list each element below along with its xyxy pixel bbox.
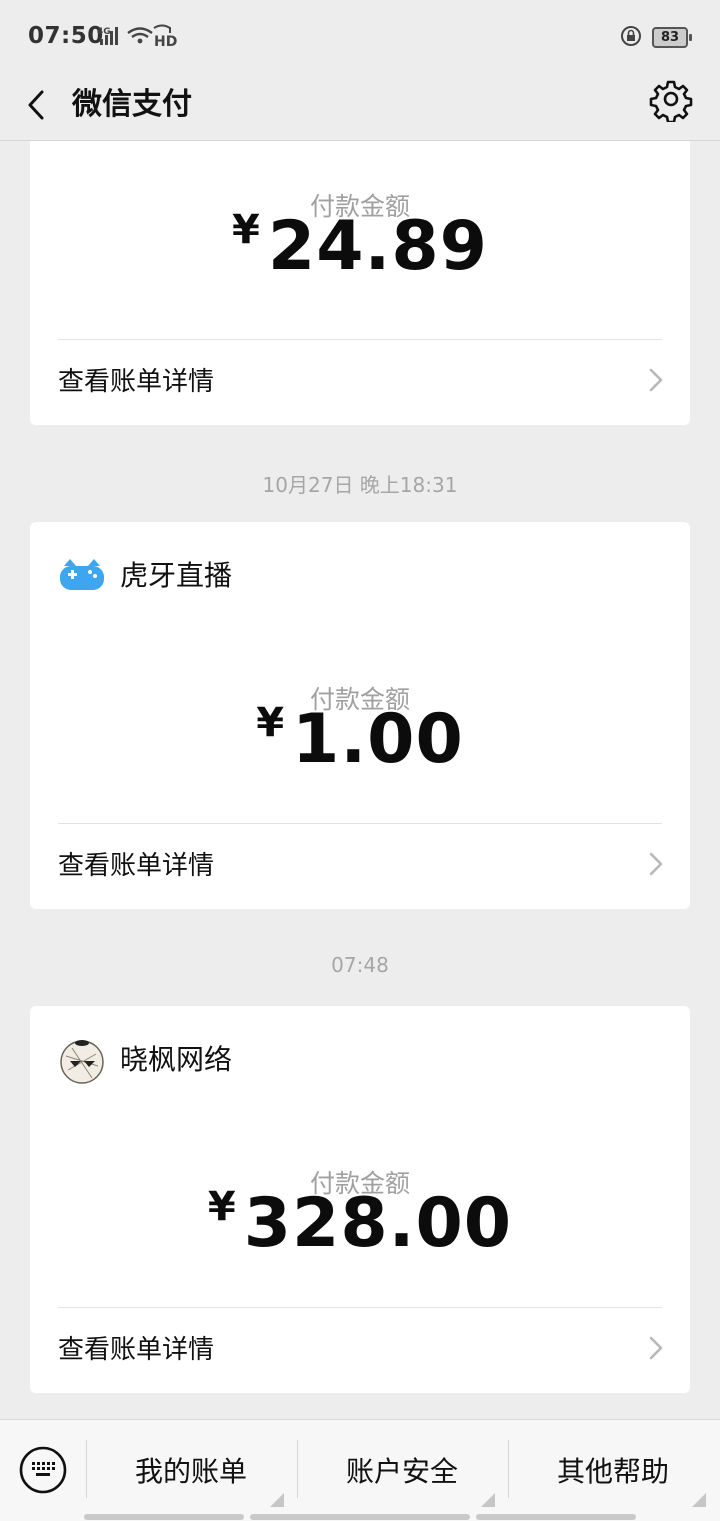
keyboard-icon[interactable]	[18, 1445, 68, 1495]
menu-other-help[interactable]: 其他帮助	[508, 1420, 718, 1521]
amount-value: 328.00	[243, 1184, 513, 1263]
currency-symbol: ¥	[232, 207, 260, 253]
menu-label: 账户安全	[345, 1455, 458, 1488]
view-bill-detail-label: 查看账单详情	[58, 1335, 215, 1365]
view-bill-detail-label: 查看账单详情	[58, 851, 215, 881]
home-indicator	[476, 1514, 636, 1520]
chevron-right-icon	[649, 368, 663, 392]
payment-card: 晓枫网络 付款金额 ¥328.00 查看账单详情	[30, 1006, 690, 1393]
payment-feed[interactable]: 付款金额 ¥24.89 查看账单详情 10月27日 晚上18:31 虎牙直播 付…	[0, 141, 720, 1419]
huya-logo-icon	[60, 559, 104, 590]
payment-card: 虎牙直播 付款金额 ¥1.00 查看账单详情	[30, 522, 690, 909]
battery-icon: 83	[652, 27, 692, 48]
view-bill-detail-button[interactable]: 查看账单详情	[30, 823, 690, 909]
nav-bar: 微信支付	[0, 70, 720, 141]
payment-amount: ¥328.00	[30, 1184, 690, 1263]
view-bill-detail-button[interactable]: 查看账单详情	[30, 339, 690, 425]
page-title: 微信支付	[72, 87, 192, 122]
payment-amount: ¥1.00	[30, 700, 690, 779]
submenu-indicator-icon	[692, 1493, 706, 1507]
view-bill-detail-label: 查看账单详情	[58, 367, 215, 397]
home-indicator	[250, 1514, 470, 1520]
amount-value: 1.00	[292, 700, 464, 779]
view-bill-detail-button[interactable]: 查看账单详情	[30, 1307, 690, 1393]
chevron-right-icon	[649, 852, 663, 876]
home-indicator	[84, 1514, 244, 1520]
signal-wifi-icons: 4G HD	[97, 24, 177, 50]
currency-symbol: ¥	[256, 700, 285, 746]
menu-account-security[interactable]: 账户安全	[297, 1420, 507, 1521]
merchant-name: 虎牙直播	[120, 559, 233, 592]
gear-icon[interactable]	[648, 76, 694, 122]
back-arrow-icon[interactable]	[22, 82, 52, 128]
status-bar: 07:50 4G HD 83	[0, 0, 720, 70]
menu-label: 我的账单	[134, 1455, 247, 1488]
hd-label: HD	[154, 34, 177, 50]
payment-amount: ¥24.89	[30, 207, 690, 286]
chevron-right-icon	[649, 1336, 663, 1360]
submenu-indicator-icon	[270, 1493, 284, 1507]
timestamp: 10月27日 晚上18:31	[262, 473, 458, 497]
amount-value: 24.89	[267, 207, 488, 286]
merchant-name: 晓枫网络	[120, 1043, 233, 1076]
timestamp: 07:48	[331, 953, 389, 977]
network-type-label: 4G	[97, 27, 111, 37]
submenu-indicator-icon	[481, 1493, 495, 1507]
rotation-lock-icon	[621, 26, 641, 46]
menu-label: 其他帮助	[556, 1455, 669, 1488]
menu-my-bills[interactable]: 我的账单	[86, 1420, 296, 1521]
payment-card: 付款金额 ¥24.89 查看账单详情	[30, 141, 690, 425]
currency-symbol: ¥	[207, 1184, 236, 1230]
xiaofeng-avatar-icon	[60, 1040, 104, 1084]
status-time: 07:50	[28, 23, 104, 49]
bottom-menu-bar: 我的账单 账户安全 其他帮助	[0, 1419, 720, 1521]
battery-level: 83	[660, 30, 680, 45]
